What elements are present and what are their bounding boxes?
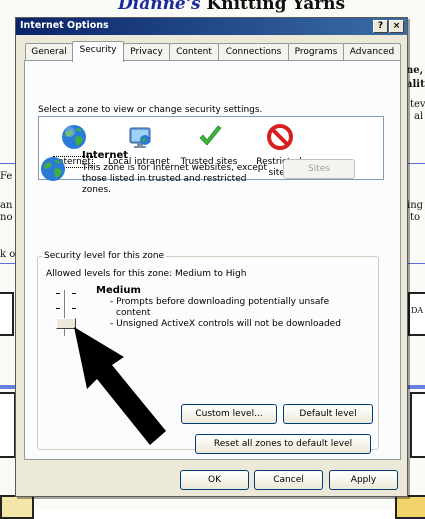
checkmark-icon [199, 125, 222, 146]
background-divider [0, 263, 15, 264]
annotation-arrow-icon [74, 327, 166, 445]
close-button[interactable]: × [389, 20, 404, 33]
security-level-name: Medium [96, 285, 141, 296]
background-text-fragment: to [410, 212, 421, 223]
tab-connections[interactable]: Connections [218, 43, 289, 61]
background-page-title: Dianne's Knitting Yarns [118, 0, 345, 14]
apply-button[interactable]: Apply [329, 470, 398, 490]
tab-security[interactable]: Security [72, 41, 124, 62]
background-title-rest: Knitting Yarns [206, 0, 346, 14]
background-band [0, 385, 15, 389]
background-text-fragment: ne, [406, 65, 424, 76]
no-entry-icon [267, 124, 293, 150]
security-level-line: content [116, 308, 151, 318]
tab-advanced[interactable]: Advanced [343, 43, 401, 61]
slider-tick [72, 293, 76, 294]
allowed-levels-text: Allowed levels for this zone: Medium to … [46, 269, 247, 279]
background-logo-text: DA [411, 306, 424, 315]
slider-tick [56, 293, 60, 294]
tab-privacy[interactable]: Privacy [123, 43, 170, 61]
background-text-fragment: ality [406, 79, 425, 90]
sites-button[interactable]: Sites [283, 159, 355, 179]
background-image-box [0, 292, 14, 336]
background-text-fragment: an [0, 200, 13, 211]
default-level-button[interactable]: Default level [283, 404, 373, 424]
background-divider [0, 163, 15, 164]
background-text-fragment: tev [410, 99, 425, 110]
background-image-box: DA [408, 292, 425, 336]
background-band [407, 385, 425, 389]
monitor-globe-icon [129, 127, 151, 148]
background-text-fragment: al [414, 111, 424, 122]
background-image-box [395, 495, 425, 519]
background-image-box [0, 495, 34, 519]
help-button[interactable]: ? [373, 20, 388, 33]
custom-level-button[interactable]: Custom level... [181, 404, 277, 424]
background-image-box [0, 392, 16, 458]
window-title: Internet Options [20, 20, 109, 31]
background-text-fragment: Fe [0, 171, 13, 182]
slider-tick [56, 308, 60, 309]
security-level-line: - Prompts before downloading potentially… [110, 297, 330, 307]
background-divider [407, 263, 425, 264]
tab-content[interactable]: Content [169, 43, 219, 61]
title-bar[interactable]: Internet Options ? × [16, 18, 407, 35]
globe-icon [62, 125, 86, 149]
reset-all-zones-button[interactable]: Reset all zones to default level [195, 434, 371, 454]
tab-programs[interactable]: Programs [288, 43, 344, 61]
ok-button[interactable]: OK [180, 470, 249, 490]
tab-general[interactable]: General [25, 43, 73, 61]
zone-info-title: Internet [82, 150, 129, 161]
security-level-group-label: Security level for this zone [42, 251, 167, 261]
slider-tick [72, 308, 76, 309]
zone-info-description: This zone is for Internet websites, exce… [82, 163, 268, 195]
background-image-box [410, 392, 425, 458]
globe-icon [41, 157, 65, 181]
zone-select-instruction: Select a zone to view or change security… [38, 105, 263, 115]
background-text-fragment: no [0, 212, 13, 223]
background-divider [407, 163, 425, 164]
background-title-name: Dianne's [118, 0, 201, 14]
background-text-fragment: ing [407, 200, 424, 211]
cancel-button[interactable]: Cancel [254, 470, 323, 490]
